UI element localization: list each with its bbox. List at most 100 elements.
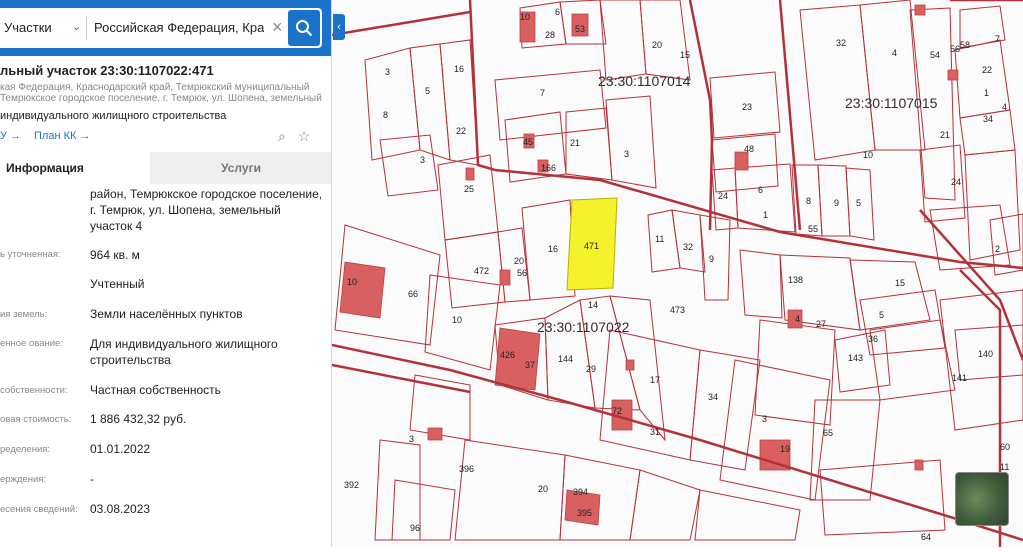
detail-category-value: Земли населённых пунктов [90, 307, 243, 321]
parcel-number: 14 [588, 300, 598, 310]
parcel-number: 19 [780, 444, 790, 454]
parcel-number: 58 [960, 40, 970, 50]
parcel-number: 7 [995, 34, 1000, 44]
parcel-number: 143 [848, 353, 863, 363]
star-icon[interactable]: ☆ [298, 128, 311, 144]
parcel-number: 10 [520, 12, 530, 22]
parcel-number: 9 [834, 198, 839, 208]
parcel-number: 394 [573, 487, 588, 497]
search-type-select[interactable]: Участки [4, 8, 52, 48]
parcel-number: 21 [570, 138, 580, 148]
parcel-number: 53 [575, 24, 585, 34]
chevron-down-icon[interactable]: ⌄ [72, 20, 81, 33]
parcel-number: 9 [709, 254, 714, 264]
zoom-to-icon[interactable]: ⌕ [278, 128, 286, 144]
building [947, 69, 959, 81]
parcel-number: 15 [895, 278, 905, 288]
parcel-number: 141 [952, 373, 967, 383]
detail-label: овая стоимость: [0, 414, 72, 425]
parcel-outline [391, 479, 456, 541]
map-canvas[interactable]: 23:30:1107014 23:30:1107015 23:30:1107022 1… [331, 0, 1023, 547]
detail-approval-value: - [90, 472, 94, 486]
parcel-outline [819, 459, 946, 536]
parcel-outline [694, 489, 801, 541]
detail-label: енное ование: [0, 338, 63, 349]
parcel-number: 20 [538, 484, 548, 494]
detail-ownership-value: Частная собственность [90, 383, 221, 397]
parcel-number: 3 [409, 434, 414, 444]
parcel-outline [799, 4, 876, 161]
cadastral-plan-link[interactable]: План КК → [34, 130, 90, 142]
building [499, 269, 511, 286]
parcel-number: 37 [525, 360, 535, 370]
egrn-link[interactable]: У → [0, 130, 21, 142]
parcel-outline [939, 289, 1023, 431]
parcel-outline [739, 249, 783, 319]
parcel-number: 45 [523, 137, 533, 147]
parcel-number: 22 [982, 65, 992, 75]
search-button[interactable] [288, 10, 320, 46]
parcel-number: 5 [425, 86, 430, 96]
parcel-number: 4 [1002, 102, 1007, 112]
detail-label: ределения: [0, 444, 51, 455]
parcel-number: 395 [577, 508, 592, 518]
cadastral-map[interactable]: 23:30:1107014 23:30:1107015 23:30:1107022 1… [331, 0, 1023, 547]
parcel-number: 166 [541, 163, 556, 173]
parcel-number: 6 [758, 185, 763, 195]
parcel-number: 2 [995, 244, 1000, 254]
close-icon[interactable]: × [272, 17, 283, 38]
quarter-label: 23:30:1107015 [845, 95, 938, 111]
building [339, 261, 386, 319]
parcel-number: 24 [951, 177, 961, 187]
search-bar: Участки ⌄ × [0, 0, 331, 56]
parcel-number: 3 [762, 414, 767, 424]
parcel-number: 5 [856, 198, 861, 208]
parcel-outline [869, 319, 956, 401]
tab-services[interactable]: Услуги [150, 152, 331, 184]
parcel-outline [379, 134, 439, 197]
tab-info[interactable]: Информация [0, 152, 150, 184]
parcel-outline [849, 259, 931, 331]
search-box: Участки ⌄ × [0, 8, 322, 48]
detail-date-value: 01.01.2022 [90, 442, 151, 456]
parcel-number: 11 [1000, 462, 1009, 472]
parcel-number: 28 [545, 30, 555, 40]
parcel-number: 5 [879, 310, 884, 320]
parcel-number: 15 [680, 50, 690, 60]
parcel-outline [579, 295, 641, 411]
parcel-number: 16 [548, 244, 558, 254]
building [914, 4, 926, 16]
detail-label: собственности: [0, 385, 68, 396]
parcel-number: 4 [892, 48, 897, 58]
building [625, 359, 635, 371]
quarter-boundary [688, 0, 714, 231]
address-line: Темрюкское городское поселение, г. Темрю… [0, 93, 322, 104]
detail-label: ия земель: [0, 309, 48, 320]
address-line: кая Федерация, Краснодарский край, Темрю… [0, 82, 310, 93]
parcel-number: 4 [795, 314, 800, 324]
parcel-address: кая Федерация, Краснодарский край, Темрю… [0, 82, 325, 104]
parcel-number: 55 [808, 224, 818, 234]
action-icons: ⌕ ☆ [278, 128, 310, 145]
building [427, 427, 443, 441]
parcel-number: 21 [940, 130, 950, 140]
parcel-number: 24 [718, 191, 728, 201]
parcel-number: 64 [921, 532, 931, 542]
parcel-number: 1 [763, 210, 768, 220]
parcel-number: 10 [347, 277, 357, 287]
parcel-number: 473 [670, 305, 685, 315]
parcel-number: 31 [650, 427, 660, 437]
parcel-number: 29 [586, 364, 596, 374]
satellite-layer-toggle[interactable] [955, 472, 1009, 526]
parcel-number: 20 [652, 40, 662, 50]
parcel-number: 32 [683, 242, 693, 252]
parcel-number: 65 [823, 428, 833, 438]
detail-update-value: 03.08.2023 [90, 502, 151, 516]
search-input[interactable] [94, 8, 264, 48]
quarter-boundary [919, 209, 1023, 361]
parcel-number: 1 [984, 88, 989, 98]
parcel-number: 56 [950, 44, 960, 54]
collapse-panel-button[interactable]: ‹ [333, 14, 345, 40]
parcel-number: 472 [474, 266, 489, 276]
parcel-purpose: индивидуального жилищного строительства [0, 110, 227, 122]
